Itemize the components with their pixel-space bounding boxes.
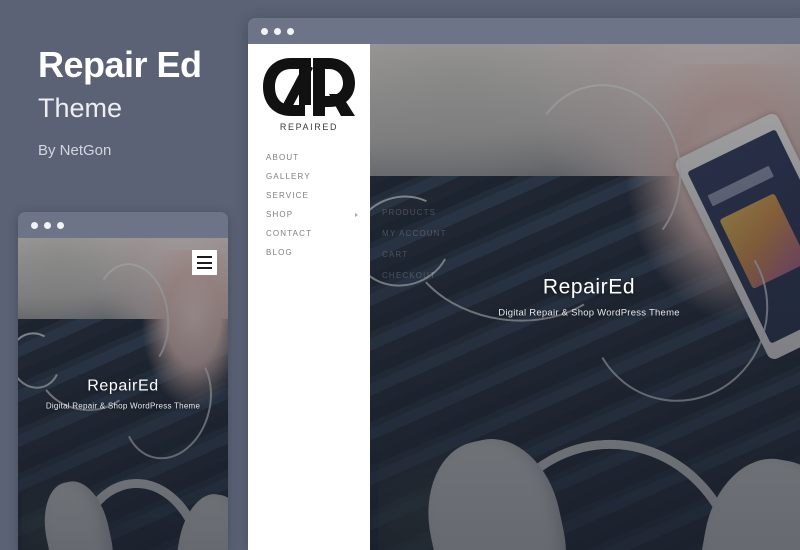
- sidebar-item-label: SERVICE: [266, 191, 310, 200]
- sidebar-item-label: GALLERY: [266, 172, 311, 181]
- window-dot-close[interactable]: [31, 221, 38, 229]
- promo-block: Repair Ed Theme By NetGon: [38, 44, 238, 159]
- sidebar-item-about[interactable]: ABOUT: [266, 148, 370, 167]
- page-subtitle: Theme: [38, 92, 123, 123]
- sidebar-item-label: SHOP: [266, 210, 294, 219]
- site-logo[interactable]: REPAIRED: [248, 52, 370, 142]
- window-dot-close[interactable]: [261, 27, 268, 35]
- hamburger-line: [197, 266, 212, 269]
- sidebar-item-blog[interactable]: BLOG: [266, 243, 370, 262]
- desktop-browser-mockup: REPAIRED ABOUT GALLERY SERVICE SHOP CONT…: [248, 18, 800, 550]
- submenu-item-label: MY ACCOUNT: [382, 229, 447, 238]
- submenu-item-label: PRODUCTS: [382, 208, 437, 217]
- site-sidebar: REPAIRED ABOUT GALLERY SERVICE SHOP CONT…: [248, 44, 370, 550]
- window-dot-minimize[interactable]: [274, 27, 281, 35]
- sidebar-item-service[interactable]: SERVICE: [266, 186, 370, 205]
- submenu-item-cart[interactable]: CART: [382, 244, 447, 265]
- hamburger-line: [197, 256, 212, 259]
- chevron-right-icon: [355, 212, 358, 217]
- mobile-hero-caption: RepairEd Digital Repair & Shop WordPress…: [18, 378, 228, 411]
- desktop-viewport: REPAIRED ABOUT GALLERY SERVICE SHOP CONT…: [248, 44, 800, 550]
- qr-monogram-icon: [263, 58, 355, 116]
- window-dot-maximize[interactable]: [57, 221, 64, 229]
- window-dot-maximize[interactable]: [287, 27, 294, 35]
- desktop-hero: PRODUCTS MY ACCOUNT CART CHECKOUT Repair…: [370, 44, 800, 550]
- sidebar-nav: ABOUT GALLERY SERVICE SHOP CONTACT BLOG: [248, 148, 370, 262]
- mobile-titlebar: [18, 212, 228, 238]
- page-author: By NetGon: [38, 141, 112, 159]
- desktop-hero-caption: RepairEd Digital Repair & Shop WordPress…: [370, 276, 800, 319]
- hero-subtitle: Digital Repair & Shop WordPress Theme: [45, 401, 201, 411]
- sidebar-item-label: CONTACT: [266, 229, 313, 238]
- hero-subtitle: Digital Repair & Shop WordPress Theme: [498, 307, 680, 319]
- desktop-titlebar: [248, 18, 800, 44]
- window-dot-minimize[interactable]: [44, 221, 51, 229]
- sidebar-item-label: BLOG: [266, 248, 293, 257]
- logo-wordmark: REPAIRED: [279, 122, 339, 132]
- sidebar-item-shop[interactable]: SHOP: [266, 205, 370, 224]
- submenu-item-label: CART: [382, 250, 409, 259]
- hero-title: RepairEd: [87, 377, 159, 395]
- hamburger-menu-button[interactable]: [192, 250, 217, 275]
- submenu-item-products[interactable]: PRODUCTS: [382, 202, 447, 223]
- hamburger-line: [197, 261, 212, 264]
- submenu-item-my-account[interactable]: MY ACCOUNT: [382, 223, 447, 244]
- page-title: Repair Ed: [38, 44, 202, 85]
- shop-submenu: PRODUCTS MY ACCOUNT CART CHECKOUT: [370, 202, 447, 286]
- hero-title: RepairEd: [542, 275, 636, 299]
- sidebar-item-gallery[interactable]: GALLERY: [266, 167, 370, 186]
- mobile-viewport: RepairEd Digital Repair & Shop WordPress…: [18, 238, 228, 550]
- mobile-browser-mockup: RepairEd Digital Repair & Shop WordPress…: [18, 212, 228, 550]
- sidebar-item-label: ABOUT: [266, 153, 300, 162]
- sidebar-item-contact[interactable]: CONTACT: [266, 224, 370, 243]
